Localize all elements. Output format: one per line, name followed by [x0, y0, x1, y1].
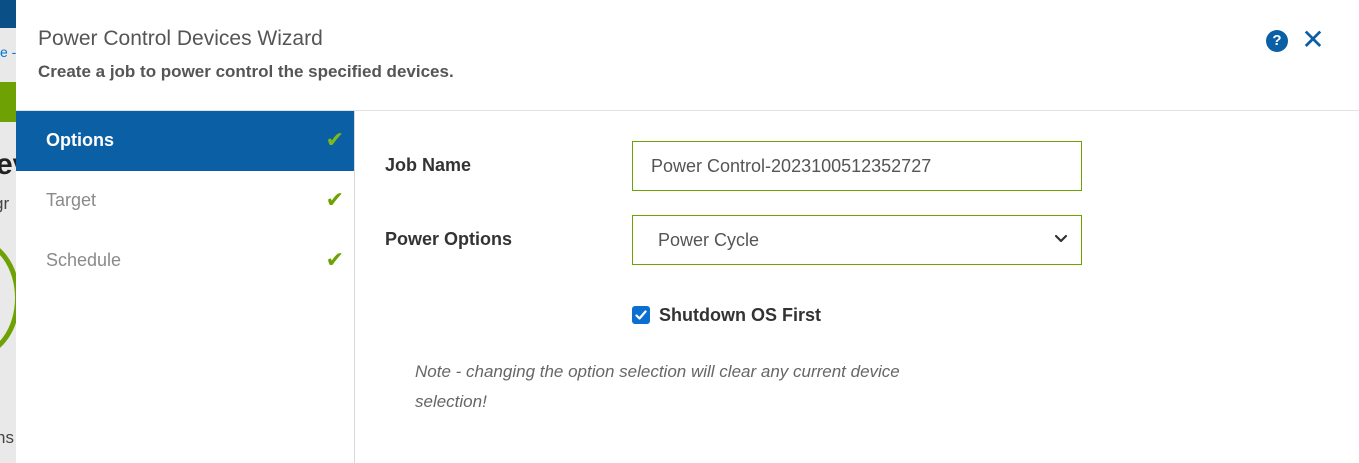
background-ring-chart [0, 238, 16, 358]
step-label: Schedule [46, 250, 122, 270]
wizard-steps-nav: Options ✔ Target ✔ Schedule ✔ [16, 111, 355, 463]
job-name-label: Job Name [385, 155, 472, 175]
dialog-title: Power Control Devices Wizard [38, 27, 323, 50]
checkmark-icon: ✔ [325, 127, 344, 152]
background-page: e - ev gr ns [0, 0, 16, 463]
close-icon[interactable]: ✕ [1300, 26, 1326, 54]
background-green-bar [0, 82, 16, 122]
background-topbar [0, 0, 16, 28]
checkmark-icon: ✔ [325, 187, 344, 212]
power-options-selected-value: Power Cycle [658, 230, 760, 250]
power-control-wizard-dialog: Power Control Devices Wizard Create a jo… [16, 0, 1359, 463]
checkmark-icon: ✔ [325, 247, 344, 272]
step-label: Options [46, 130, 114, 150]
job-name-input[interactable] [632, 141, 1082, 191]
shutdown-os-first-checkbox[interactable] [632, 306, 650, 324]
step-schedule[interactable]: Schedule ✔ [16, 231, 354, 291]
wizard-content: Job Name Power Options Power Cycle Shutd… [355, 111, 1359, 463]
power-options-select[interactable]: Power Cycle [632, 215, 1082, 265]
chevron-down-icon [1054, 234, 1068, 243]
dialog-subtitle: Create a job to power control the specif… [38, 62, 454, 81]
step-label: Target [46, 190, 97, 210]
selection-note: Note - changing the option selection wil… [415, 362, 900, 411]
checkmark-icon [635, 310, 647, 320]
background-breadcrumb-link: e - [0, 44, 16, 60]
background-subtext: gr [0, 194, 10, 213]
background-heading: ev [0, 148, 16, 181]
help-icon[interactable]: ? [1266, 30, 1288, 52]
step-options[interactable]: Options ✔ [16, 111, 354, 171]
background-bottom-text: ns [0, 428, 14, 447]
power-options-label: Power Options [385, 229, 513, 249]
shutdown-os-first-label: Shutdown OS First [659, 305, 821, 325]
dialog-header: Power Control Devices Wizard Create a jo… [16, 0, 1359, 111]
step-target[interactable]: Target ✔ [16, 171, 354, 231]
